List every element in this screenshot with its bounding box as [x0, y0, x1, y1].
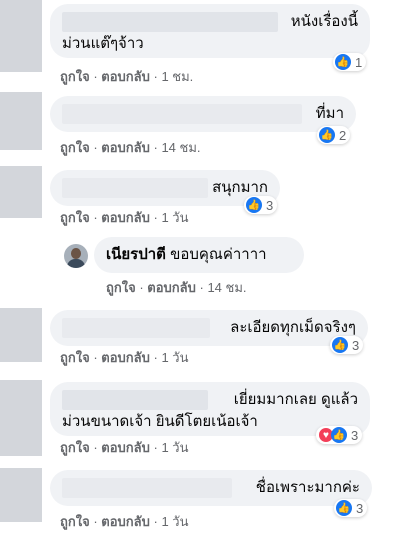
reaction-count: 3: [352, 337, 360, 353]
comment-text: สนุกมาก: [212, 179, 268, 196]
separator: ·: [149, 350, 162, 365]
timestamp[interactable]: 1 วัน: [161, 440, 188, 455]
blurred-author-name[interactable]: [62, 390, 208, 410]
timestamp[interactable]: 1 ชม.: [161, 69, 193, 84]
reaction-count: 3: [356, 500, 364, 516]
separator: ·: [195, 280, 208, 295]
reaction-summary[interactable]: 👍 3: [334, 499, 368, 517]
comment-actions: ถูกใจ · ตอบกลับ · 1 วัน: [60, 347, 188, 368]
reply-link[interactable]: ตอบกลับ: [101, 350, 150, 365]
comment-actions: ถูกใจ · ตอบกลับ · 14 ชม.: [60, 137, 201, 158]
like-link[interactable]: ถูกใจ: [60, 350, 90, 365]
separator: ·: [149, 140, 162, 155]
timestamp[interactable]: 14 ชม.: [207, 280, 246, 295]
reaction-summary[interactable]: 👍 3: [244, 196, 278, 214]
comment-text: เยี่ยมมากเลย ดูแล้ว: [233, 391, 358, 408]
blurred-avatar: [0, 92, 42, 150]
reaction-summary[interactable]: ♥ 👍 3: [316, 426, 363, 444]
separator: ·: [89, 514, 102, 529]
reaction-count: 1: [355, 54, 363, 70]
comment-text: ละเอียดทุกเม็ดจริงๆ: [230, 319, 356, 336]
comment-bubble: หนังเรื่องนี้ ม่วนแต๊ๆจ้าว: [50, 4, 370, 58]
reaction-count: 2: [339, 127, 347, 143]
reaction-count: 3: [351, 427, 359, 443]
comment-text: ชื่อเพราะมากค่ะ: [255, 479, 360, 496]
thumbs-up-icon: 👍: [319, 127, 335, 143]
avatar[interactable]: [64, 244, 88, 268]
blurred-author-name[interactable]: [62, 478, 232, 498]
thumbs-up-icon: 👍: [335, 54, 351, 70]
blurred-avatar: [0, 380, 42, 456]
comment-text: ที่มา: [315, 105, 344, 122]
timestamp[interactable]: 1 วัน: [161, 210, 188, 225]
reply-link[interactable]: ตอบกลับ: [101, 440, 150, 455]
comment-actions: ถูกใจ · ตอบกลับ · 1 วัน: [60, 511, 188, 532]
thumbs-up-icon: 👍: [336, 500, 352, 516]
separator: ·: [149, 440, 162, 455]
timestamp[interactable]: 1 วัน: [161, 350, 188, 365]
separator: ·: [89, 440, 102, 455]
reply-link[interactable]: ตอบกลับ: [147, 280, 196, 295]
comment-bubble: ที่มา: [50, 96, 356, 132]
comment-text: หนังเรื่องนี้: [290, 13, 358, 30]
blurred-avatar: [0, 0, 42, 72]
separator: ·: [89, 140, 102, 155]
reply-link[interactable]: ตอบกลับ: [101, 210, 150, 225]
comment-actions: ถูกใจ · ตอบกลับ · 1 วัน: [60, 437, 188, 458]
separator: ·: [89, 350, 102, 365]
separator: ·: [135, 280, 148, 295]
blurred-author-name[interactable]: [62, 104, 302, 124]
separator: ·: [89, 69, 102, 84]
separator: ·: [89, 210, 102, 225]
comment-text: ม่วนขนาดเจ้า ยินดีโตยเน้อเจ้า: [62, 413, 258, 430]
comment-bubble: ละเอียดทุกเม็ดจริงๆ: [50, 310, 368, 346]
comment-text: ขอบคุณค่าาาา: [170, 246, 267, 263]
thumbs-up-icon: 👍: [332, 337, 348, 353]
like-link[interactable]: ถูกใจ: [60, 210, 90, 225]
like-link[interactable]: ถูกใจ: [60, 69, 90, 84]
separator: ·: [149, 514, 162, 529]
blurred-avatar: [0, 308, 42, 362]
timestamp[interactable]: 14 ชม.: [161, 140, 200, 155]
reaction-summary[interactable]: 👍 2: [317, 126, 351, 144]
blurred-avatar: [0, 468, 42, 522]
reply-link[interactable]: ตอบกลับ: [101, 514, 150, 529]
blurred-author-name[interactable]: [62, 12, 278, 32]
reaction-summary[interactable]: 👍 3: [330, 336, 364, 354]
blurred-author-name[interactable]: [62, 318, 210, 338]
reply-link[interactable]: ตอบกลับ: [101, 69, 150, 84]
reaction-summary[interactable]: 👍 1: [333, 53, 367, 71]
like-link[interactable]: ถูกใจ: [60, 140, 90, 155]
blurred-avatar: [0, 166, 42, 218]
separator: ·: [149, 69, 162, 84]
comment-bubble: เนียรปาตี ขอบคุณค่าาาา: [94, 237, 304, 273]
separator: ·: [149, 210, 162, 225]
thumbs-up-icon: 👍: [331, 427, 347, 443]
like-link[interactable]: ถูกใจ: [106, 280, 136, 295]
blurred-author-name[interactable]: [62, 178, 208, 198]
comment-text: ม่วนแต๊ๆจ้าว: [62, 35, 144, 52]
thumbs-up-icon: 👍: [246, 197, 262, 213]
author-name[interactable]: เนียรปาตี: [106, 246, 166, 263]
like-link[interactable]: ถูกใจ: [60, 440, 90, 455]
comment-bubble: ชื่อเพราะมากค่ะ: [50, 470, 372, 506]
timestamp[interactable]: 1 วัน: [161, 514, 188, 529]
comment-actions: ถูกใจ · ตอบกลับ · 1 วัน: [60, 207, 188, 228]
reply-link[interactable]: ตอบกลับ: [101, 140, 150, 155]
comment-actions: ถูกใจ · ตอบกลับ · 1 ชม.: [60, 66, 193, 87]
like-link[interactable]: ถูกใจ: [60, 514, 90, 529]
comment-actions: ถูกใจ · ตอบกลับ · 14 ชม.: [106, 277, 247, 298]
reaction-count: 3: [266, 197, 274, 213]
